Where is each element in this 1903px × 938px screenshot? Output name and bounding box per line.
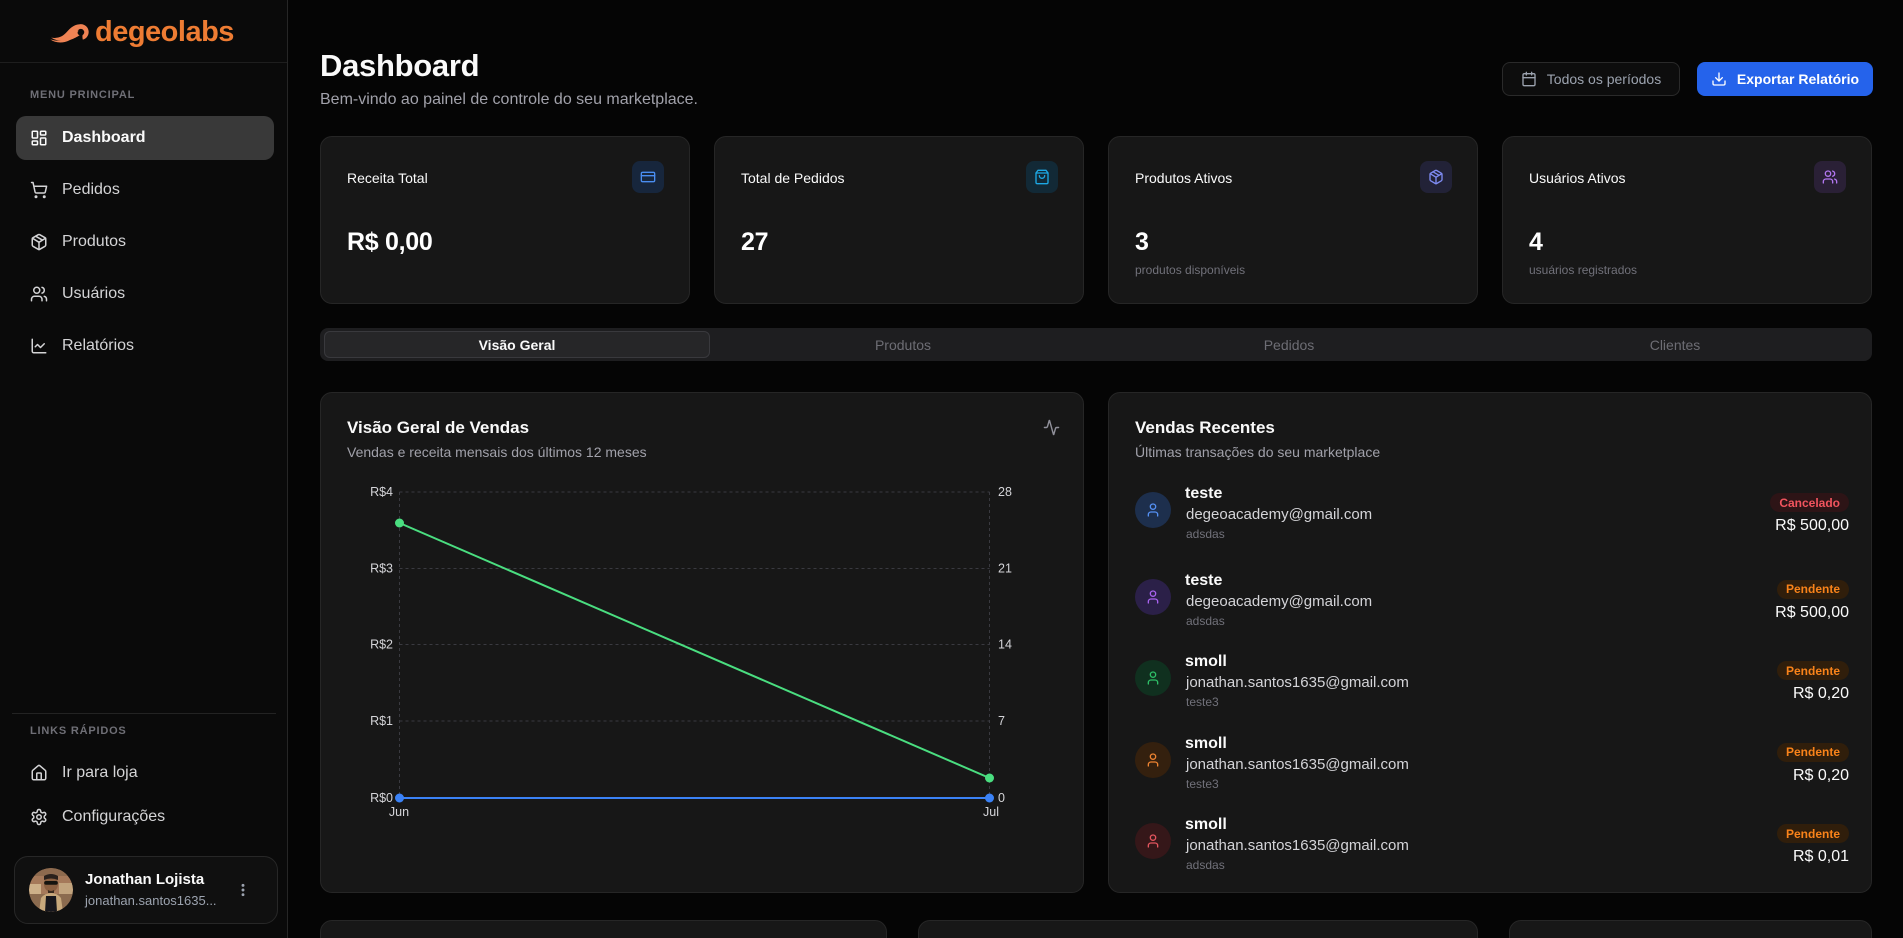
svg-text:Jun: Jun <box>389 805 409 819</box>
svg-text:R$2: R$2 <box>370 638 393 652</box>
svg-text:28: 28 <box>998 485 1012 499</box>
svg-text:7: 7 <box>998 714 1005 728</box>
svg-text:R$0: R$0 <box>370 791 393 805</box>
svg-text:R$3: R$3 <box>370 562 393 576</box>
svg-text:0: 0 <box>998 791 1005 805</box>
svg-text:14: 14 <box>998 638 1012 652</box>
svg-text:Jul: Jul <box>983 805 999 819</box>
svg-text:R$1: R$1 <box>370 714 393 728</box>
svg-text:21: 21 <box>998 562 1012 576</box>
svg-text:R$4: R$4 <box>370 485 393 499</box>
